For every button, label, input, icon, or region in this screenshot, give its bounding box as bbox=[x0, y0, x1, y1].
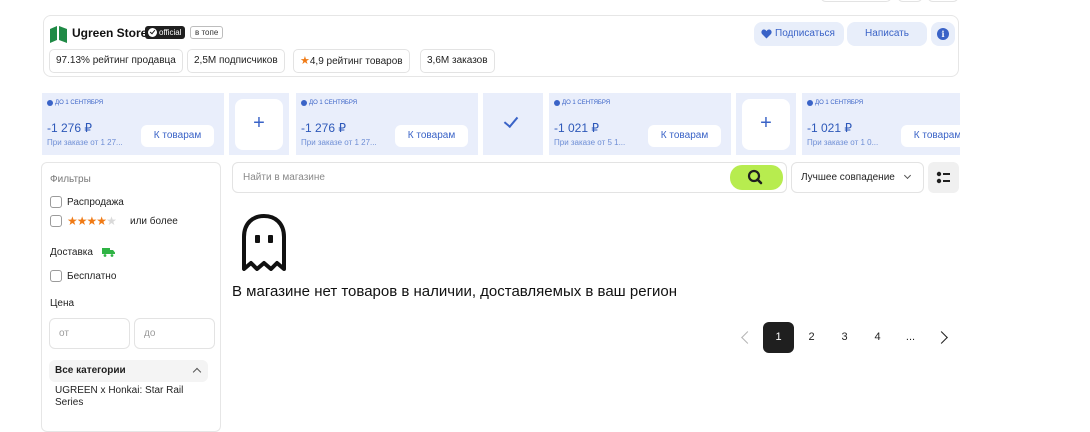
promo-date: ДО 1 СЕНТЯБРЯ bbox=[807, 100, 863, 106]
promo-goods-button[interactable]: К товарам bbox=[141, 125, 214, 147]
info-button[interactable]: i bbox=[931, 22, 955, 46]
price-from-input[interactable]: от bbox=[49, 318, 130, 349]
stat-goods-rating: ★4,9 рейтинг товаров bbox=[293, 49, 410, 73]
promo-condition: При заказе от 1 27... bbox=[301, 138, 377, 147]
store-header: Ugreen Store official в топе 97.13% рейт… bbox=[43, 15, 959, 77]
check-icon[interactable] bbox=[503, 112, 519, 129]
stat-seller-rating: 97.13% рейтинг продавца bbox=[49, 49, 183, 73]
free-delivery-label: Бесплатно bbox=[67, 271, 117, 282]
promo-condition: При заказе от 1 0... bbox=[807, 138, 879, 147]
delivery-title: Доставка bbox=[50, 247, 93, 258]
star-icon: ★ bbox=[86, 214, 98, 228]
check-icon bbox=[148, 28, 157, 37]
promo-join: + bbox=[736, 93, 796, 155]
all-categories-label: Все категории bbox=[55, 365, 126, 376]
chevron-up-icon bbox=[192, 367, 202, 377]
official-badge: official bbox=[145, 26, 185, 39]
sort-select[interactable]: Лучшее совпадение bbox=[791, 162, 924, 193]
promo-date: ДО 1 СЕНТЯБРЯ bbox=[47, 100, 103, 106]
store-search-input[interactable]: Найти в магазине bbox=[232, 162, 787, 193]
page-ellipsis: ... bbox=[905, 331, 916, 343]
promo-price: -1 276 ₽ bbox=[47, 121, 92, 135]
promo-join bbox=[483, 93, 543, 155]
page-3[interactable]: 3 bbox=[829, 322, 860, 353]
prev-page-icon[interactable] bbox=[741, 331, 754, 344]
write-button[interactable]: Написать bbox=[847, 22, 927, 46]
search-button[interactable] bbox=[730, 165, 783, 190]
empty-state-message: В магазине нет товаров в наличии, достав… bbox=[232, 283, 678, 300]
stat-goods-rating-label: 4,9 рейтинг товаров bbox=[309, 56, 403, 67]
ghost-icon bbox=[242, 214, 286, 271]
info-icon: i bbox=[937, 28, 949, 40]
promo-price: -1 021 ₽ bbox=[807, 121, 852, 135]
star-icon: ★ bbox=[76, 214, 88, 228]
list-view-icon bbox=[936, 171, 950, 184]
promo-goods-button[interactable]: К товарам bbox=[901, 125, 960, 147]
page-2[interactable]: 2 bbox=[796, 322, 827, 353]
star-empty-icon: ★ bbox=[106, 214, 117, 228]
next-page-icon[interactable] bbox=[935, 331, 948, 344]
star-icon: ★ bbox=[300, 55, 310, 67]
price-title: Цена bbox=[50, 298, 75, 309]
view-toggle-button[interactable] bbox=[928, 162, 959, 193]
top-toolbar-button[interactable] bbox=[927, 0, 959, 2]
plus-icon[interactable]: + bbox=[742, 99, 790, 150]
sort-label: Лучшее совпадение bbox=[801, 172, 895, 183]
promo-card: ДО 1 СЕНТЯБРЯ -1 021 ₽ При заказе от 1 0… bbox=[802, 93, 960, 155]
sale-label: Распродажа bbox=[67, 197, 124, 208]
plus-icon[interactable]: + bbox=[235, 99, 283, 150]
search-icon bbox=[747, 169, 763, 185]
promo-card: ДО 1 СЕНТЯБРЯ -1 276 ₽ При заказе от 1 2… bbox=[42, 93, 224, 155]
rating-checkbox[interactable] bbox=[50, 215, 62, 227]
rating-label: или более bbox=[130, 216, 178, 227]
page-1[interactable]: 1 bbox=[763, 322, 794, 353]
price-to-input[interactable]: до bbox=[134, 318, 215, 349]
filters-sidebar: Фильтры Распродажа ★★★★★ или более Доста… bbox=[41, 162, 221, 432]
promo-condition: При заказе от 5 1... bbox=[554, 138, 626, 147]
official-badge-label: official bbox=[159, 28, 182, 37]
promo-condition: При заказе от 1 27... bbox=[47, 138, 123, 147]
promo-card: ДО 1 СЕНТЯБРЯ -1 021 ₽ При заказе от 5 1… bbox=[549, 93, 731, 155]
promo-date: ДО 1 СЕНТЯБРЯ bbox=[301, 100, 357, 106]
chevron-down-icon bbox=[903, 171, 912, 180]
search-placeholder: Найти в магазине bbox=[243, 172, 325, 183]
promo-price: -1 021 ₽ bbox=[554, 121, 599, 135]
truck-icon bbox=[102, 248, 115, 257]
category-item[interactable]: UGREEN x Honkai: Star Rail Series bbox=[55, 385, 205, 409]
sale-checkbox[interactable] bbox=[50, 196, 62, 208]
rating-stars: ★★★★★ bbox=[67, 214, 117, 228]
promo-join: + bbox=[229, 93, 289, 155]
subscribe-label: Подписаться bbox=[775, 28, 835, 39]
subscribe-button[interactable]: Подписаться bbox=[754, 22, 844, 46]
promo-goods-button[interactable]: К товарам bbox=[395, 125, 468, 147]
star-icon: ★ bbox=[96, 214, 107, 228]
promo-price: -1 276 ₽ bbox=[301, 121, 346, 135]
top-toolbar-button[interactable] bbox=[820, 0, 892, 2]
store-name[interactable]: Ugreen Store bbox=[72, 26, 147, 40]
store-logo-icon bbox=[50, 26, 67, 43]
free-delivery-checkbox[interactable] bbox=[50, 270, 62, 282]
star-icon: ★ bbox=[67, 214, 78, 228]
stat-orders: 3,6M заказов bbox=[420, 49, 495, 73]
stat-subscribers: 2,5M подписчиков bbox=[187, 49, 285, 73]
filters-title: Фильтры bbox=[50, 174, 91, 185]
promo-date: ДО 1 СЕНТЯБРЯ bbox=[554, 100, 610, 106]
heart-icon bbox=[761, 29, 772, 39]
all-categories-toggle[interactable]: Все категории bbox=[49, 360, 208, 382]
page-4[interactable]: 4 bbox=[862, 322, 893, 353]
top-badge: в топе bbox=[190, 26, 224, 39]
promo-goods-button[interactable]: К товарам bbox=[648, 125, 721, 147]
top-toolbar-button[interactable] bbox=[897, 0, 923, 2]
promo-card: ДО 1 СЕНТЯБРЯ -1 276 ₽ При заказе от 1 2… bbox=[296, 93, 478, 155]
